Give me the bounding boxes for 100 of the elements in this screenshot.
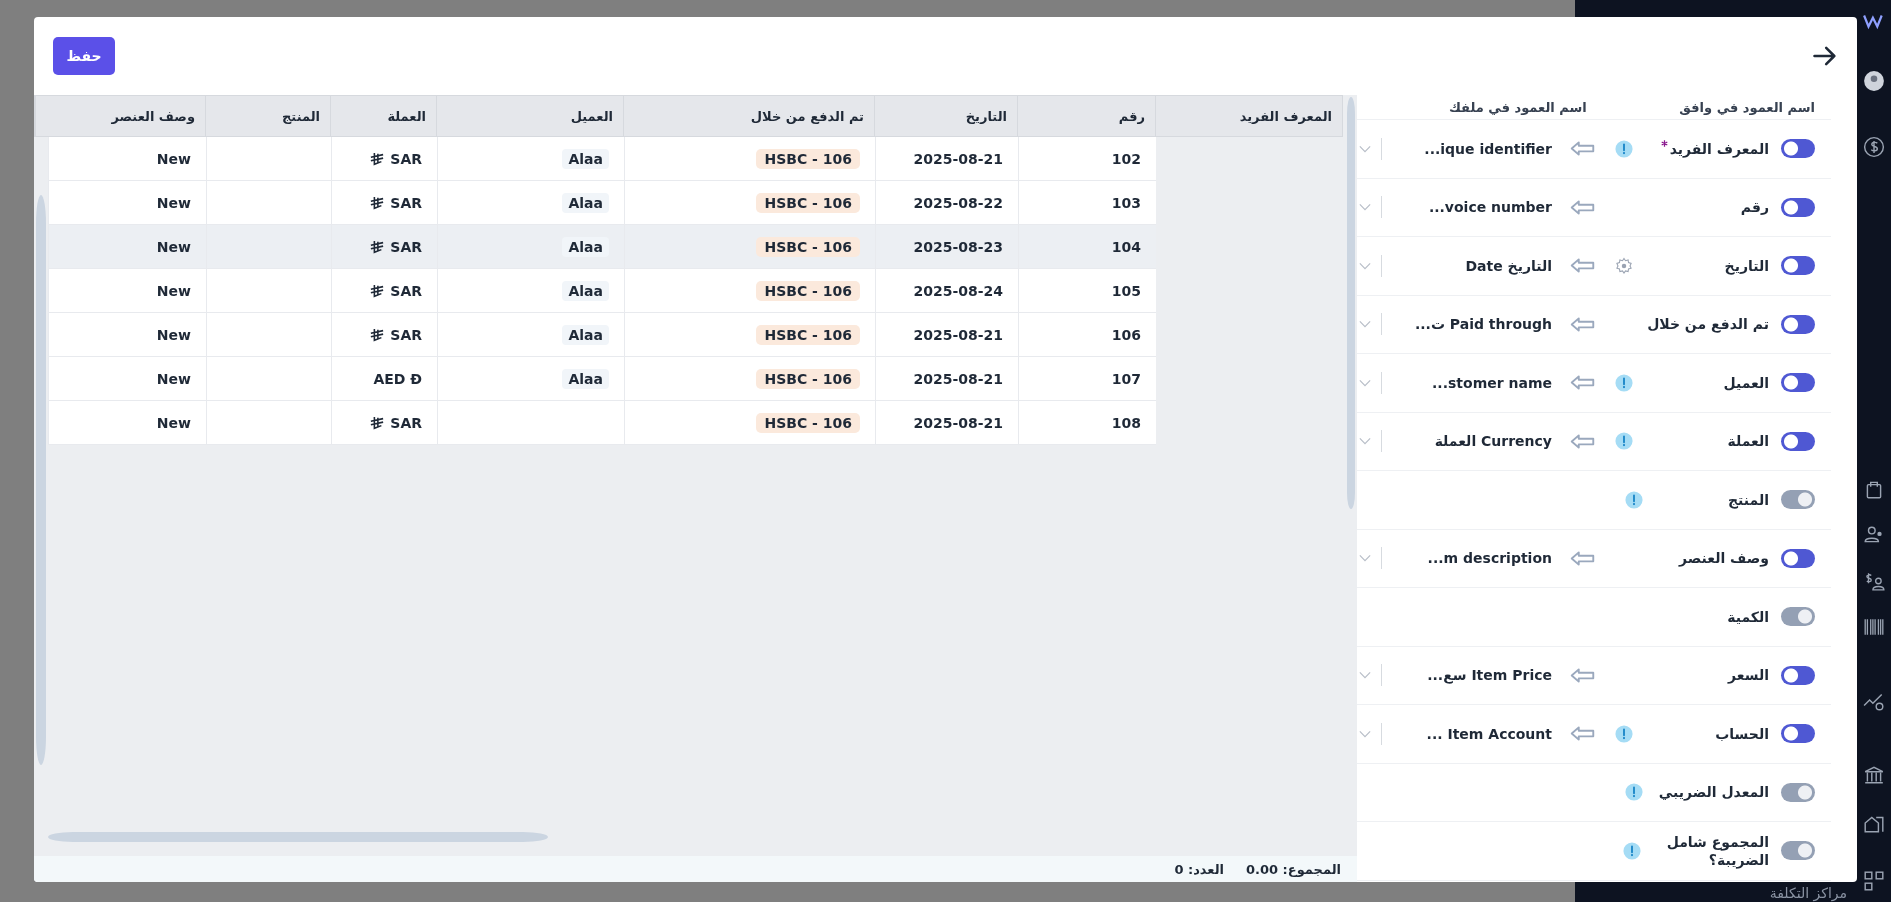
currency-code: SAR bbox=[390, 194, 422, 211]
sidebar-item[interactable]: مراكز التكلفة bbox=[1769, 884, 1847, 902]
column-header: المنتج bbox=[205, 96, 330, 136]
field-label: الحساب bbox=[1715, 724, 1769, 743]
toggle-switch[interactable] bbox=[1781, 665, 1815, 685]
toggle-switch[interactable] bbox=[1781, 139, 1815, 159]
table-cell: 2025-08-24 bbox=[875, 269, 1018, 313]
arrow-left-icon bbox=[1570, 667, 1595, 683]
currency-code: SAR bbox=[390, 414, 422, 431]
file-column-value: Item Account ... bbox=[1425, 725, 1552, 742]
arrow-left-icon bbox=[1570, 199, 1595, 215]
currency-code: SAR bbox=[390, 282, 422, 299]
table-cell: 2025-08-21 bbox=[875, 357, 1018, 401]
field-label: رقم bbox=[1740, 198, 1769, 217]
toggle-switch[interactable] bbox=[1781, 782, 1815, 802]
arrow-left-icon bbox=[1570, 141, 1595, 157]
file-column-value: ique identifier... bbox=[1423, 140, 1552, 157]
customer-tag: Alaa bbox=[562, 236, 609, 257]
field-label: المنتج bbox=[1728, 490, 1769, 509]
column-header: وصف العنصر bbox=[35, 96, 205, 136]
table-cell: 2025-08-21 bbox=[875, 313, 1018, 357]
field-label: المعدل الضريبي bbox=[1658, 783, 1769, 802]
account-tag: HSBC - 106 bbox=[756, 236, 860, 257]
field-label: تم الدفع من خلال bbox=[1647, 315, 1769, 334]
table-cell: 108 bbox=[1018, 401, 1156, 445]
table-cell: 105 bbox=[1018, 269, 1156, 313]
field-label: وصف العنصر bbox=[1679, 549, 1769, 568]
currency-code: SAR bbox=[390, 326, 422, 343]
toggle-switch[interactable] bbox=[1781, 490, 1815, 510]
column-header: رقم bbox=[1017, 96, 1155, 136]
table-cell: New bbox=[48, 313, 206, 357]
toggle-switch[interactable] bbox=[1781, 373, 1815, 393]
info-icon[interactable] bbox=[1615, 373, 1633, 392]
info-icon[interactable] bbox=[1615, 724, 1633, 743]
column-header: العميل bbox=[436, 96, 623, 136]
info-icon[interactable] bbox=[1625, 490, 1643, 509]
table-cell: New bbox=[48, 137, 206, 181]
toggle-switch[interactable] bbox=[1781, 197, 1815, 217]
table-cell: 104 bbox=[1018, 225, 1156, 269]
info-icon[interactable] bbox=[1625, 783, 1643, 802]
arrow-left-icon bbox=[1570, 550, 1595, 566]
dollar-icon[interactable] bbox=[1863, 136, 1885, 158]
avatar-icon[interactable] bbox=[1863, 70, 1885, 92]
arrow-left-icon bbox=[1570, 258, 1595, 274]
column-header: تم الدفع من خلال bbox=[623, 96, 874, 136]
bank-icon[interactable] bbox=[1863, 764, 1885, 786]
scrollbar[interactable] bbox=[36, 195, 46, 765]
table-cell: New bbox=[48, 357, 206, 401]
account-tag: HSBC - 106 bbox=[756, 192, 860, 213]
toggle-switch[interactable] bbox=[1781, 548, 1815, 568]
currency-code: AED Đ bbox=[373, 370, 422, 387]
toggle-switch[interactable] bbox=[1781, 724, 1815, 744]
field-label: السعر bbox=[1728, 666, 1769, 685]
customer-tag: Alaa bbox=[562, 324, 609, 345]
account-tag: HSBC - 106 bbox=[756, 148, 860, 169]
file-column-value: stomer name... bbox=[1431, 374, 1552, 391]
save-button[interactable]: حفظ bbox=[53, 37, 115, 75]
field-label: العميل bbox=[1723, 373, 1769, 392]
arrow-left-icon bbox=[1570, 726, 1595, 742]
arrow-left-icon bbox=[1570, 316, 1595, 332]
info-icon[interactable] bbox=[1615, 139, 1633, 158]
table-cell: 2025-08-21 bbox=[875, 401, 1018, 445]
toggle-switch[interactable] bbox=[1781, 256, 1815, 276]
toggle-switch[interactable] bbox=[1781, 841, 1815, 861]
toggle-switch[interactable] bbox=[1781, 314, 1815, 334]
account-tag: HSBC - 106 bbox=[756, 324, 860, 345]
file-column-value: voice number... bbox=[1427, 199, 1552, 216]
column-header: اسم العمود في وافق bbox=[1679, 99, 1815, 115]
table-cell: 107 bbox=[1018, 357, 1156, 401]
table-cell: 2025-08-22 bbox=[875, 181, 1018, 225]
toggle-switch[interactable] bbox=[1781, 607, 1815, 627]
customer-tag: Alaa bbox=[562, 192, 609, 213]
scrollbar[interactable] bbox=[48, 832, 548, 842]
scrollbar[interactable] bbox=[1347, 97, 1355, 509]
total-label: المجموع: 0.00 bbox=[1246, 861, 1341, 877]
file-column-value: Currency العملة bbox=[1433, 433, 1552, 450]
file-column-value: m description... bbox=[1426, 550, 1552, 567]
table-cell: New bbox=[48, 181, 206, 225]
file-column-value: Paid through ت... bbox=[1413, 316, 1552, 333]
barcode-icon[interactable] bbox=[1863, 616, 1885, 638]
currency-code: SAR bbox=[390, 150, 422, 167]
field-label: الكمية bbox=[1727, 607, 1769, 626]
account-tag: HSBC - 106 bbox=[756, 368, 860, 389]
table-cell: 102 bbox=[1018, 137, 1156, 181]
settings-icon[interactable] bbox=[1615, 256, 1633, 275]
info-icon[interactable] bbox=[1615, 432, 1633, 451]
currency-code: SAR bbox=[390, 238, 422, 255]
file-column-value: التاريخ Date bbox=[1464, 257, 1552, 274]
table-cell: New bbox=[48, 401, 206, 445]
arrow-left-icon bbox=[1570, 375, 1595, 391]
grid-icon[interactable] bbox=[1863, 870, 1885, 892]
field-label: العملة bbox=[1727, 432, 1769, 451]
dollar-person-icon[interactable] bbox=[1863, 570, 1885, 592]
account-tag: HSBC - 106 bbox=[756, 412, 860, 433]
column-header: اسم العمود في ملفك bbox=[1449, 99, 1587, 115]
table-cell: New bbox=[48, 225, 206, 269]
customer-tag: Alaa bbox=[562, 148, 609, 169]
arrow-left-icon bbox=[1570, 433, 1595, 449]
info-icon[interactable] bbox=[1623, 841, 1641, 860]
toggle-switch[interactable] bbox=[1781, 431, 1815, 451]
